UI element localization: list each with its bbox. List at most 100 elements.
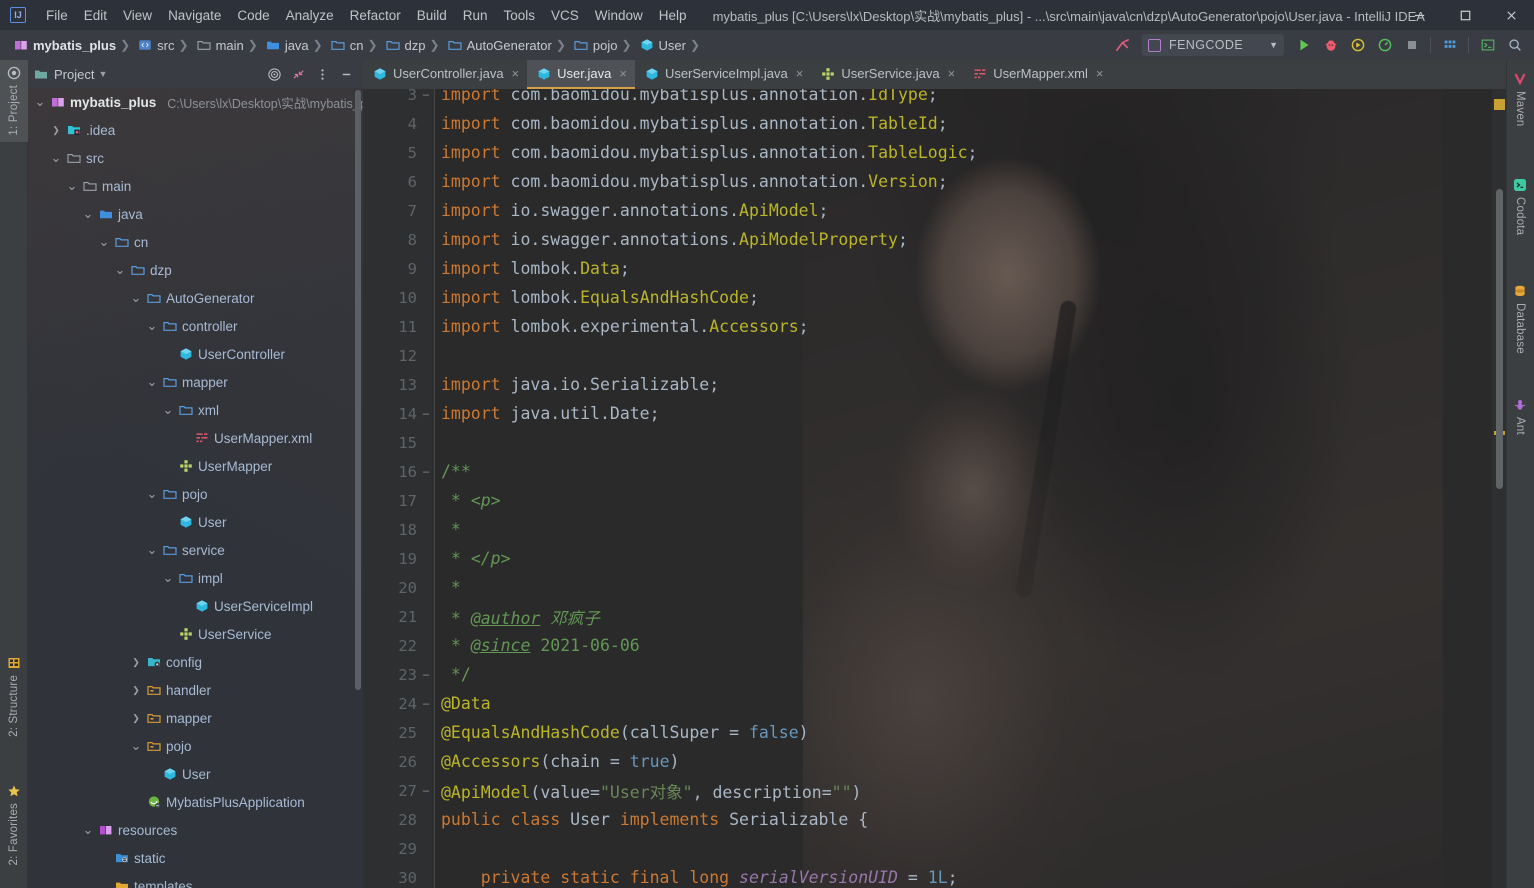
tree-item-static[interactable]: static <box>28 844 363 872</box>
stop-button[interactable] <box>1398 32 1425 58</box>
tree-item-user[interactable]: User <box>28 508 363 536</box>
line-number[interactable]: 14 <box>363 405 417 423</box>
grid-icon[interactable] <box>1436 32 1463 58</box>
chevron-down-icon[interactable]: ⌄ <box>82 823 94 836</box>
chevron-right-icon[interactable]: ❯ <box>130 656 142 668</box>
fold-marker[interactable]: − <box>417 89 435 102</box>
line-number[interactable]: 8 <box>363 231 417 249</box>
line-number[interactable]: 19 <box>363 550 417 568</box>
tree-item-service[interactable]: ⌄ service <box>28 536 363 564</box>
line-number[interactable]: 10 <box>363 289 417 307</box>
sidebar-item-database[interactable]: Database <box>1506 278 1534 360</box>
menu-item-run[interactable]: Run <box>455 5 496 26</box>
line-number[interactable]: 24 <box>363 695 417 713</box>
chevron-down-icon[interactable]: ⌄ <box>50 151 62 164</box>
line-number[interactable]: 18 <box>363 521 417 539</box>
project-tree[interactable]: ⌄ mybatis_plus C:\Users\lx\Desktop\实战\myba… <box>28 88 363 888</box>
tree-item-templates[interactable]: templates <box>28 872 363 888</box>
fold-marker[interactable]: − <box>417 465 435 479</box>
chevron-down-icon[interactable]: ⌄ <box>146 319 158 332</box>
menu-item-file[interactable]: File <box>38 5 76 26</box>
tree-item-mybatisplusapplication[interactable]: MybatisPlusApplication <box>28 788 363 816</box>
menu-item-vcs[interactable]: VCS <box>543 5 587 26</box>
menu-item-code[interactable]: Code <box>229 5 277 26</box>
run-configuration-selector[interactable]: FENGCODE ▼ <box>1142 34 1284 56</box>
debug-button[interactable] <box>1317 32 1344 58</box>
breadcrumb-item-java[interactable]: java <box>260 38 311 53</box>
chevron-down-icon[interactable]: ⌄ <box>66 179 78 192</box>
line-number[interactable]: 5 <box>363 144 417 162</box>
profiler-button[interactable] <box>1371 32 1398 58</box>
breadcrumb-item-pojo[interactable]: pojo <box>568 38 620 53</box>
chevron-down-icon[interactable]: ⌄ <box>162 571 174 584</box>
menu-item-help[interactable]: Help <box>651 5 695 26</box>
chevron-down-icon[interactable]: ⌄ <box>162 403 174 416</box>
maximize-icon[interactable] <box>1442 0 1488 30</box>
editor-tab-user-java[interactable]: User.java × <box>527 60 635 89</box>
editor-marker-bar[interactable] <box>1492 89 1506 888</box>
chevron-right-icon[interactable]: ❯ <box>130 712 142 724</box>
tree-item-autogenerator[interactable]: ⌄ AutoGenerator <box>28 284 363 312</box>
chevron-down-icon[interactable]: ▼ <box>1269 40 1278 50</box>
tree-item-userservice[interactable]: UserService <box>28 620 363 648</box>
chevron-down-icon[interactable]: ⌄ <box>98 235 110 248</box>
chevron-down-icon[interactable]: ⌄ <box>130 291 142 304</box>
sidebar-item-project[interactable]: 1: Project <box>0 60 28 142</box>
line-number[interactable]: 27 <box>363 782 417 800</box>
tree-item-impl[interactable]: ⌄ impl <box>28 564 363 592</box>
plugin-icon[interactable] <box>1109 32 1136 58</box>
tree-item-usercontroller[interactable]: UserController <box>28 340 363 368</box>
line-number[interactable]: 26 <box>363 753 417 771</box>
tree-item-resources[interactable]: ⌄ resources <box>28 816 363 844</box>
line-number[interactable]: 23 <box>363 666 417 684</box>
menu-item-edit[interactable]: Edit <box>76 5 115 26</box>
line-number[interactable]: 29 <box>363 840 417 858</box>
sidebar-item-structure[interactable]: 2: Structure <box>0 650 28 743</box>
fold-marker[interactable]: − <box>417 784 435 798</box>
breadcrumb-item-src[interactable]: src <box>132 38 176 53</box>
breadcrumb-item-user[interactable]: User <box>634 38 688 53</box>
line-number[interactable]: 3 <box>363 89 417 104</box>
breadcrumb[interactable]: mybatis_plus ❯ src ❯ main ❯ java ❯ cn ❯ dzp ❯ AutoGe… <box>0 38 702 53</box>
tree-item-main[interactable]: ⌄ main <box>28 172 363 200</box>
tree-item-cn[interactable]: ⌄ cn <box>28 228 363 256</box>
line-number[interactable]: 25 <box>363 724 417 742</box>
terminal-icon[interactable] <box>1474 32 1501 58</box>
tree-item-controller[interactable]: ⌄ controller <box>28 312 363 340</box>
minimize-icon[interactable] <box>1396 0 1442 30</box>
breadcrumb-item-cn[interactable]: cn <box>325 38 366 53</box>
menu-item-window[interactable]: Window <box>587 5 651 26</box>
sidebar-item-codota[interactable]: Codota <box>1506 172 1534 241</box>
hide-icon[interactable] <box>335 63 357 85</box>
locate-icon[interactable] <box>263 63 285 85</box>
options-icon[interactable] <box>311 63 333 85</box>
project-panel-scrollbar[interactable] <box>355 90 361 690</box>
fold-marker[interactable]: − <box>417 668 435 682</box>
chevron-down-icon[interactable]: ⌄ <box>146 543 158 556</box>
window-controls[interactable] <box>1396 0 1534 30</box>
line-number[interactable]: 13 <box>363 376 417 394</box>
editor-scrollbar[interactable] <box>1496 189 1503 489</box>
tree-item-user[interactable]: User <box>28 760 363 788</box>
tree-item-xml[interactable]: ⌄ xml <box>28 396 363 424</box>
run-button[interactable] <box>1290 32 1317 58</box>
menu-bar[interactable]: File Edit View Navigate Code Analyze Refactor B… <box>38 5 695 26</box>
tree-item-dzp[interactable]: ⌄ dzp <box>28 256 363 284</box>
line-number[interactable]: 6 <box>363 173 417 191</box>
close-icon[interactable]: × <box>1096 66 1104 81</box>
breadcrumb-item-main[interactable]: main <box>191 38 246 53</box>
chevron-down-icon[interactable]: ⌄ <box>82 207 94 220</box>
line-number[interactable]: 20 <box>363 579 417 597</box>
editor-tabs[interactable]: UserController.java × User.java × UserServic… <box>363 60 1506 89</box>
breadcrumb-item-dzp[interactable]: dzp <box>380 38 428 53</box>
breadcrumb-item-mybatis_plus[interactable]: mybatis_plus <box>8 38 118 53</box>
collapse-all-icon[interactable] <box>287 63 309 85</box>
line-number[interactable]: 30 <box>363 869 417 887</box>
tree-item-mapper[interactable]: ❯ mapper <box>28 704 363 732</box>
chevron-down-icon[interactable]: ⌄ <box>146 487 158 500</box>
line-number[interactable]: 7 <box>363 202 417 220</box>
line-number[interactable]: 4 <box>363 115 417 133</box>
marker-tick[interactable] <box>1494 99 1505 110</box>
tree-item-pojo[interactable]: ⌄ pojo <box>28 732 363 760</box>
sidebar-item-favorites[interactable]: 2: Favorites <box>0 778 28 871</box>
